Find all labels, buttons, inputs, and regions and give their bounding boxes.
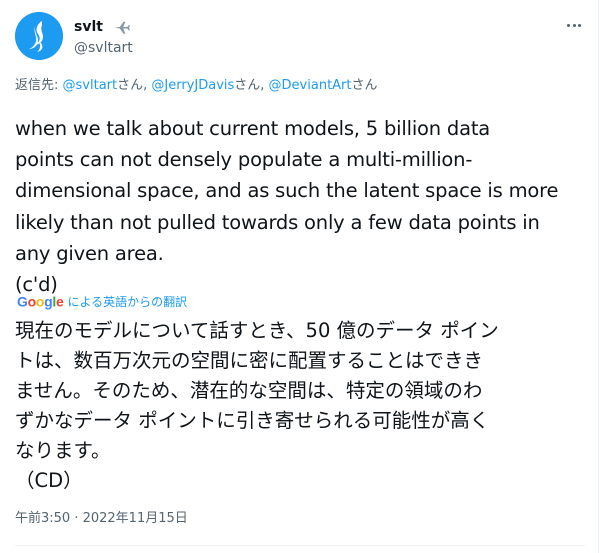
reply-separator-2: , [260, 78, 269, 93]
avatar-logo-icon [15, 12, 63, 60]
translation-label[interactable]: による英語からの翻訳 [67, 295, 187, 309]
airplane-icon [114, 21, 130, 34]
translation-attribution: Google による英語からの翻訳 [17, 292, 187, 311]
tweet-timestamp[interactable]: 午前3:50 · 2022年11月15日 [15, 510, 188, 528]
author-display-name[interactable]: svlt [74, 18, 103, 36]
avatar[interactable] [15, 12, 63, 60]
reply-suffix-1: さん [117, 78, 144, 93]
tweet-card: svlt @svltart 返信先: @svltartさん, @JerryJDa… [0, 0, 599, 553]
reply-to-line: 返信先: @svltartさん, @JerryJDavisさん, @Devian… [15, 77, 378, 95]
tweet-header: svlt @svltart [15, 12, 585, 62]
reply-mention-deviantart[interactable]: @DeviantArt [269, 78, 352, 93]
reply-suffix-2: さん [234, 78, 261, 93]
translated-text: 現在のモデルについて話すとき、50 億のデータ ポイン トは、数百万次元の空間に… [15, 319, 499, 492]
google-logo: Google [17, 293, 64, 310]
more-options-icon[interactable] [563, 14, 585, 36]
divider [15, 545, 585, 546]
tweet-text: when we talk about current models, 5 bil… [15, 117, 559, 297]
reply-mention-jerryjdavis[interactable]: @JerryJDavis [151, 78, 234, 93]
reply-suffix-3: さん [351, 78, 378, 93]
author-names: svlt @svltart [74, 16, 133, 57]
reply-prefix: 返信先: [15, 78, 63, 93]
reply-mention-svltart[interactable]: @svltart [63, 78, 118, 93]
author-handle[interactable]: @svltart [74, 39, 133, 57]
